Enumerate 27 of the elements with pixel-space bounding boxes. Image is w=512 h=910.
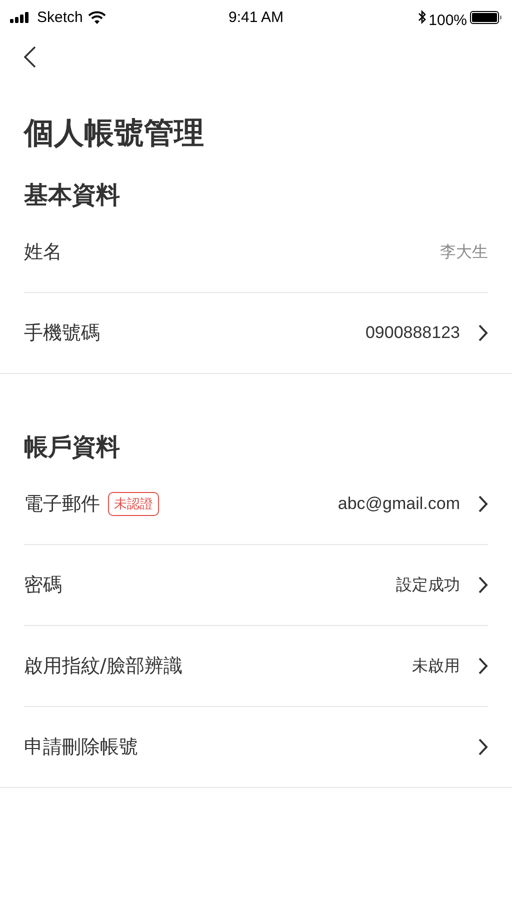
row-label: 電子郵件 bbox=[24, 492, 100, 517]
section-title: 基本資料 bbox=[23, 180, 121, 211]
row-label: 手機號碼 bbox=[24, 321, 100, 346]
clock-time: 9:41 AM bbox=[228, 8, 284, 26]
row-label: 啟用指紋/臉部辨識 bbox=[24, 654, 182, 679]
chevron-right-icon[interactable] bbox=[478, 495, 488, 513]
battery-icon bbox=[470, 10, 502, 24]
row-value: 李大生 bbox=[440, 242, 488, 262]
row-value: 設定成功 bbox=[396, 574, 460, 596]
wifi-icon bbox=[88, 10, 106, 24]
row-label: 姓名 bbox=[24, 240, 62, 265]
page-title: 個人帳號管理 bbox=[24, 115, 205, 153]
row-label: 申請刪除帳號 bbox=[24, 735, 138, 760]
chevron-right-icon[interactable] bbox=[478, 324, 488, 342]
row-value: 未啟用 bbox=[412, 656, 460, 676]
section-title: 帳戶資料 bbox=[23, 432, 121, 463]
back-icon[interactable] bbox=[24, 46, 36, 68]
chevron-right-icon[interactable] bbox=[478, 657, 488, 675]
battery-percent: 100% bbox=[428, 12, 468, 28]
bluetooth-icon bbox=[418, 10, 426, 24]
chevron-right-icon[interactable] bbox=[478, 738, 488, 756]
status-badge: 未認證 bbox=[108, 492, 159, 516]
chevron-right-icon[interactable] bbox=[478, 576, 488, 594]
carrier-name: Sketch bbox=[37, 8, 83, 26]
row-value: 0900888123 bbox=[365, 323, 460, 343]
row-value: abc@gmail.com bbox=[338, 494, 460, 514]
row-label: 密碼 bbox=[24, 573, 62, 598]
